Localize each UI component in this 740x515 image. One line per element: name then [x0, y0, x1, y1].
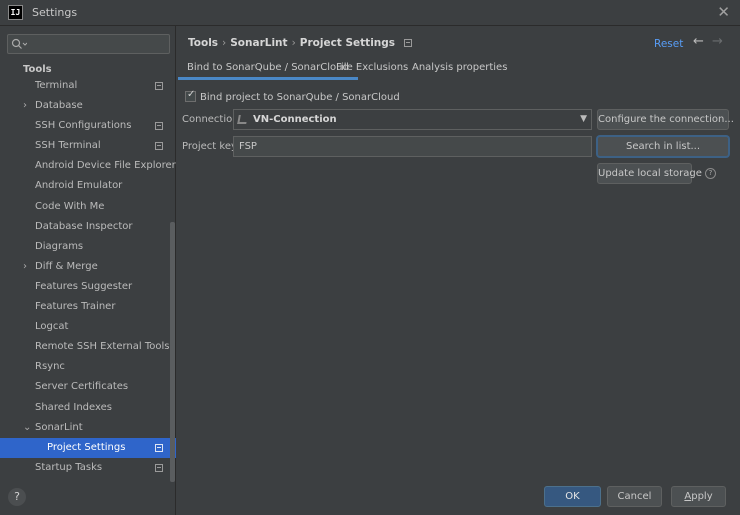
sidebar-item-label: Database Inspector [35, 220, 133, 232]
sidebar-item-diff-merge[interactable]: › Diff & Merge [0, 257, 176, 277]
breadcrumb-item[interactable]: Tools [188, 37, 218, 49]
project-level-icon [155, 142, 163, 151]
settings-search-input[interactable] [30, 37, 166, 51]
sidebar-item-features-suggester[interactable]: Features Suggester [0, 277, 176, 297]
settings-search-box[interactable] [7, 34, 170, 54]
sidebar-item-ssh-terminal[interactable]: SSH Terminal [0, 136, 176, 156]
back-arrow-icon[interactable]: ← [693, 34, 704, 49]
sidebar-item-label: Android Emulator [35, 180, 123, 192]
breadcrumb-item: Project Settings [299, 37, 396, 49]
cancel-button[interactable]: Cancel [607, 486, 662, 507]
check-mark-icon: ✓ [187, 89, 196, 100]
settings-main-panel: Tools › SonarLint › Project Settings Reset ←… [177, 26, 740, 515]
sidebar-item-project-settings[interactable]: Project Settings [0, 437, 176, 458]
settings-tree: Terminal › Database SSH Configurations S… [0, 76, 176, 478]
sidebar-item-label: Features Trainer [35, 301, 116, 313]
breadcrumb: Tools › SonarLint › Project Settings [188, 37, 413, 49]
breadcrumb-item[interactable]: SonarLint [230, 37, 287, 49]
title-bar: IJ Settings ✕ [0, 0, 740, 26]
sidebar-item-label: Startup Tasks [35, 461, 103, 473]
sidebar-item-label: Code With Me [35, 200, 105, 212]
sidebar-item-terminal[interactable]: Terminal [0, 76, 176, 96]
search-in-list-button[interactable]: Search in list... [597, 136, 729, 157]
tab-file-exclusions[interactable]: File Exclusions [336, 62, 408, 73]
app-icon: IJ [8, 5, 23, 20]
sidebar-item-label: Server Certificates [35, 381, 129, 393]
connection-select[interactable]: VN-Connection ▼ [233, 109, 592, 130]
project-level-icon [155, 122, 163, 131]
binding-panel: ✓ Bind project to SonarQube / SonarCloud … [177, 82, 740, 482]
sidebar-item-android-device-file-explorer[interactable]: Android Device File Explorer [0, 156, 176, 176]
sidebar-item-sonarlint[interactable]: ⌄ SonarLint [0, 418, 176, 438]
chevron-down-icon: ▼ [580, 114, 587, 124]
sidebar-item-label: Logcat [35, 321, 69, 333]
sidebar-item-database-inspector[interactable]: Database Inspector [0, 217, 176, 237]
settings-sidebar: Tools Terminal › Database SSH Configurat… [0, 26, 176, 515]
tree-section-tools[interactable]: Tools [23, 64, 52, 75]
sidebar-item-database[interactable]: › Database [0, 96, 176, 116]
sidebar-item-label: SSH Configurations [35, 120, 132, 132]
chevron-right-icon[interactable]: › [23, 257, 27, 277]
sidebar-item-diagrams[interactable]: Diagrams [0, 237, 176, 257]
bind-project-label[interactable]: Bind project to SonarQube / SonarCloud [200, 92, 400, 103]
apply-button[interactable]: Apply [671, 486, 726, 507]
bind-project-row[interactable]: ✓ Bind project to SonarQube / SonarCloud [185, 89, 400, 103]
project-key-input[interactable] [233, 136, 592, 157]
sidebar-item-label: Shared Indexes [35, 401, 112, 413]
project-level-icon [404, 39, 413, 47]
sidebar-item-code-with-me[interactable]: Code With Me [0, 197, 176, 217]
sidebar-item-label: SonarLint [35, 421, 83, 433]
sidebar-item-logcat[interactable]: Logcat [0, 317, 176, 337]
project-key-label: Project key: [182, 141, 240, 152]
sidebar-item-label: Diagrams [35, 240, 84, 252]
chevron-down-icon[interactable]: ⌄ [23, 418, 31, 438]
sidebar-item-label: Android Device File Explorer [35, 160, 176, 172]
breadcrumb-separator: › [222, 37, 227, 49]
sidebar-item-label: Diff & Merge [35, 260, 98, 272]
ok-button[interactable]: OK [544, 486, 601, 507]
plug-icon [237, 115, 248, 124]
info-icon[interactable]: ? [705, 168, 716, 179]
forward-arrow-icon[interactable]: → [712, 34, 723, 49]
sidebar-item-label: Remote SSH External Tools [35, 341, 170, 353]
breadcrumb-separator: › [291, 37, 296, 49]
sidebar-item-startup-tasks[interactable]: Startup Tasks [0, 458, 176, 478]
sidebar-item-label: Project Settings [47, 441, 126, 453]
sidebar-item-label: SSH Terminal [35, 140, 101, 152]
sidebar-scrollbar[interactable] [170, 222, 175, 482]
sidebar-item-label: Terminal [35, 80, 78, 91]
reset-link[interactable]: Reset [654, 38, 683, 50]
search-icon [11, 38, 27, 49]
sidebar-item-ssh-configurations[interactable]: SSH Configurations [0, 116, 176, 136]
sidebar-item-label: Features Suggester [35, 280, 133, 292]
connection-value: VN-Connection [253, 114, 337, 125]
sidebar-item-rsync[interactable]: Rsync [0, 357, 176, 377]
project-level-icon [155, 443, 163, 452]
sidebar-item-server-certificates[interactable]: Server Certificates [0, 377, 176, 397]
configure-connection-button[interactable]: Configure the connection... [597, 109, 734, 130]
chevron-right-icon[interactable]: › [23, 96, 27, 116]
close-icon[interactable]: ✕ [717, 3, 730, 21]
sidebar-item-label: Database [35, 100, 83, 112]
dialog-button-bar: OK Cancel Apply [177, 482, 740, 515]
bind-project-checkbox[interactable]: ✓ [185, 89, 196, 102]
project-level-icon [155, 82, 163, 90]
sidebar-item-shared-indexes[interactable]: Shared Indexes [0, 398, 176, 418]
tab-analysis-properties[interactable]: Analysis properties [412, 62, 507, 73]
help-icon[interactable]: ? [8, 488, 26, 506]
window-title: Settings [32, 6, 78, 19]
update-local-storage-button[interactable]: Update local storage [597, 163, 702, 184]
sidebar-item-label: Rsync [35, 361, 65, 373]
tab-bind-to-sonarqube[interactable]: Bind to SonarQube / SonarCloud [178, 62, 358, 80]
sidebar-item-android-emulator[interactable]: Android Emulator [0, 176, 176, 196]
project-level-icon [155, 463, 163, 472]
sidebar-item-remote-ssh-external-tools[interactable]: Remote SSH External Tools [0, 337, 176, 357]
sidebar-item-features-trainer[interactable]: Features Trainer [0, 297, 176, 317]
settings-tabs: Bind to SonarQube / SonarCloud File Excl… [177, 58, 740, 82]
